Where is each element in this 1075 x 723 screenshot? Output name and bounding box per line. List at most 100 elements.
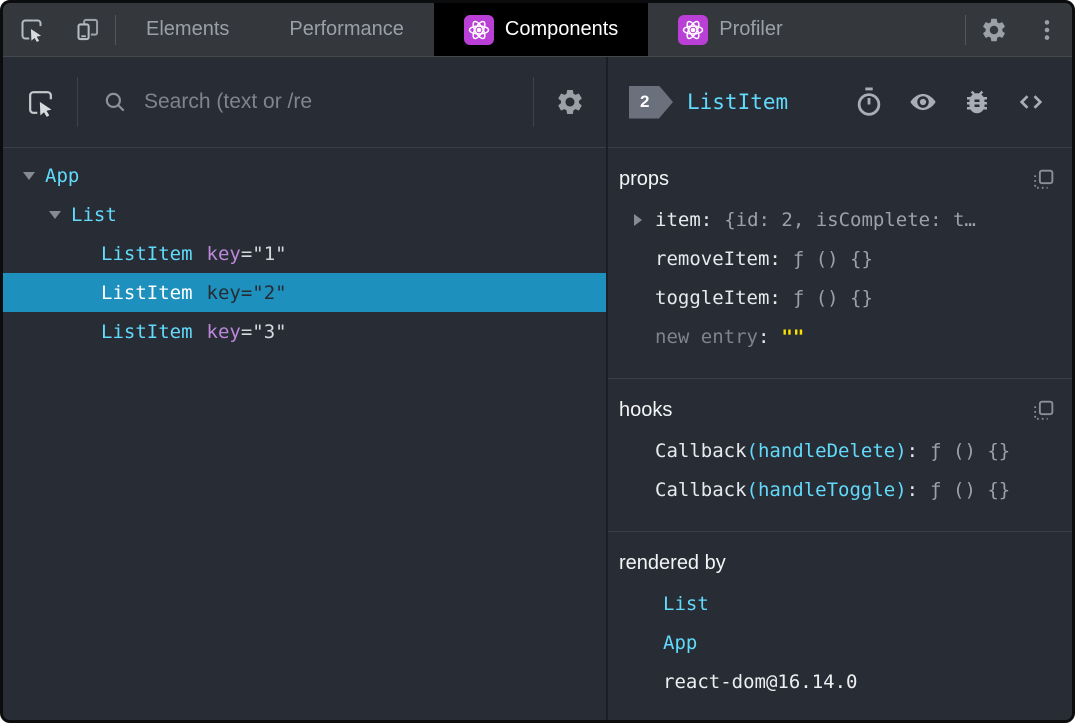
colon: : [906, 478, 919, 501]
react-logo-icon [463, 14, 494, 45]
rendered-by-section: rendered by List App react-dom@16.14.0 [608, 531, 1072, 720]
tab-components[interactable]: Components [433, 3, 649, 56]
chevron-down-icon[interactable] [23, 171, 35, 180]
component-name: ListItem [101, 242, 193, 265]
search-input[interactable] [144, 90, 533, 114]
devtools-main: App List ListItem key ="1" ListItem key … [3, 57, 1072, 720]
owner-link: List [663, 592, 709, 615]
section-title: hooks [619, 398, 673, 421]
chevron-right-icon[interactable] [634, 213, 642, 226]
device-toolbar-icon [74, 16, 101, 43]
chevron-down-icon[interactable] [49, 210, 61, 219]
devtools-tab-bar: Elements Performance Components Profiler [3, 3, 1072, 57]
key-attribute: key [206, 281, 241, 304]
colon: : [769, 286, 781, 309]
hook-row-handledelete[interactable]: Callback (handleDelete): ƒ () {} [608, 431, 1072, 470]
key-value: ="3" [240, 320, 287, 343]
gear-icon [980, 16, 1008, 44]
rendered-by-link-app[interactable]: App [608, 623, 1072, 662]
prop-value: ƒ () {} [792, 286, 873, 309]
rendered-by-link-list[interactable]: List [608, 584, 1072, 623]
copy-icon[interactable] [1031, 167, 1056, 192]
hook-arg: (handleDelete) [746, 439, 907, 462]
component-actions [854, 86, 1048, 118]
search-icon [102, 89, 128, 115]
component-tree: App List ListItem key ="1" ListItem key … [3, 148, 606, 720]
hook-name: Callback [655, 478, 747, 501]
rendered-by-header: rendered by [608, 542, 1072, 584]
prop-row-item[interactable]: item: {id: 2, isComplete: t… [608, 200, 1072, 239]
tab-label: Components [504, 18, 619, 40]
selected-component-header: 2 ListItem [608, 57, 1072, 148]
props-section: props item: {id: 2, isComplete: t… remov… [608, 148, 1072, 378]
section-title: props [619, 167, 670, 190]
hook-value: ƒ () {} [930, 478, 1011, 501]
prop-name: toggleItem [655, 286, 770, 309]
component-details-panel: 2 ListItem props item: {id: 2, isComple… [608, 57, 1072, 720]
colon: : [757, 325, 770, 348]
prop-row-toggleitem[interactable]: toggleItem: ƒ () {} [608, 278, 1072, 317]
prop-row-removeitem[interactable]: removeItem: ƒ () {} [608, 239, 1072, 278]
key-attribute: key [206, 320, 241, 343]
log-to-console-bug-icon[interactable] [962, 87, 992, 117]
prop-name: removeItem [655, 247, 770, 270]
tree-row-list[interactable]: List [3, 195, 606, 234]
tab-performance[interactable]: Performance [259, 3, 434, 56]
colon: : [700, 208, 713, 231]
device-toolbar-button[interactable] [59, 3, 115, 56]
hook-value: ƒ () {} [930, 439, 1011, 462]
props-header: props [608, 158, 1072, 200]
tab-elements[interactable]: Elements [116, 3, 259, 56]
hook-row-handletoggle[interactable]: Callback (handleToggle): ƒ () {} [608, 470, 1072, 509]
prop-value: {id: 2, isComplete: t… [724, 208, 976, 231]
view-source-brackets-icon[interactable] [1014, 88, 1048, 116]
section-title: rendered by [619, 551, 726, 574]
kebab-menu-icon [1034, 17, 1060, 43]
component-name: App [45, 164, 80, 187]
prop-row-new-entry[interactable]: new entry: "" [608, 317, 1072, 356]
renderer-version-label: react-dom@16.14.0 [663, 670, 858, 693]
new-entry-label: new entry [655, 325, 758, 348]
colon: : [769, 247, 781, 270]
colon: : [906, 439, 919, 462]
select-element-button[interactable] [3, 87, 77, 118]
key-attribute: key [206, 242, 241, 265]
inspect-element-button[interactable] [3, 3, 59, 56]
page: Elements Performance Components Profiler… [0, 0, 1075, 723]
new-entry-value[interactable]: "" [781, 326, 804, 348]
tab-label: Performance [289, 18, 404, 40]
renderer-version: react-dom@16.14.0 [608, 662, 1072, 701]
tree-toolbar [3, 57, 606, 148]
tree-row-listitem-3[interactable]: ListItem key ="3" [3, 312, 606, 351]
tab-profiler[interactable]: Profiler [648, 3, 812, 56]
update-count-badge: 2 [629, 85, 673, 119]
component-name: ListItem [101, 320, 193, 343]
more-options-button[interactable] [1022, 3, 1072, 56]
inspect-cursor-icon [18, 16, 45, 43]
tab-label: Profiler [719, 18, 783, 40]
selected-component-name: ListItem [687, 90, 789, 114]
hook-arg: (handleToggle) [746, 478, 907, 501]
prop-name: item [655, 208, 701, 231]
owner-link: App [663, 631, 698, 654]
tree-row-app[interactable]: App [3, 156, 606, 195]
copy-icon[interactable] [1031, 398, 1056, 423]
suspend-stopwatch-icon[interactable] [854, 86, 884, 118]
hook-name: Callback [655, 439, 747, 462]
tree-row-listitem-1[interactable]: ListItem key ="1" [3, 234, 606, 273]
inspect-dom-eye-icon[interactable] [906, 87, 940, 117]
devtools-window: Elements Performance Components Profiler… [0, 0, 1075, 723]
tab-label: Elements [146, 18, 230, 40]
key-value: ="1" [240, 242, 287, 265]
devtools-settings-button[interactable] [966, 3, 1022, 56]
component-name: List [71, 203, 117, 226]
react-logo-icon [678, 14, 709, 45]
components-tree-panel: App List ListItem key ="1" ListItem key … [3, 57, 606, 720]
gear-icon [555, 87, 585, 117]
tree-settings-button[interactable] [534, 87, 606, 117]
tree-row-listitem-2-selected[interactable]: ListItem key ="2" [3, 273, 606, 312]
search-box [78, 89, 533, 115]
hooks-header: hooks [608, 389, 1072, 431]
prop-value: ƒ () {} [792, 247, 873, 270]
